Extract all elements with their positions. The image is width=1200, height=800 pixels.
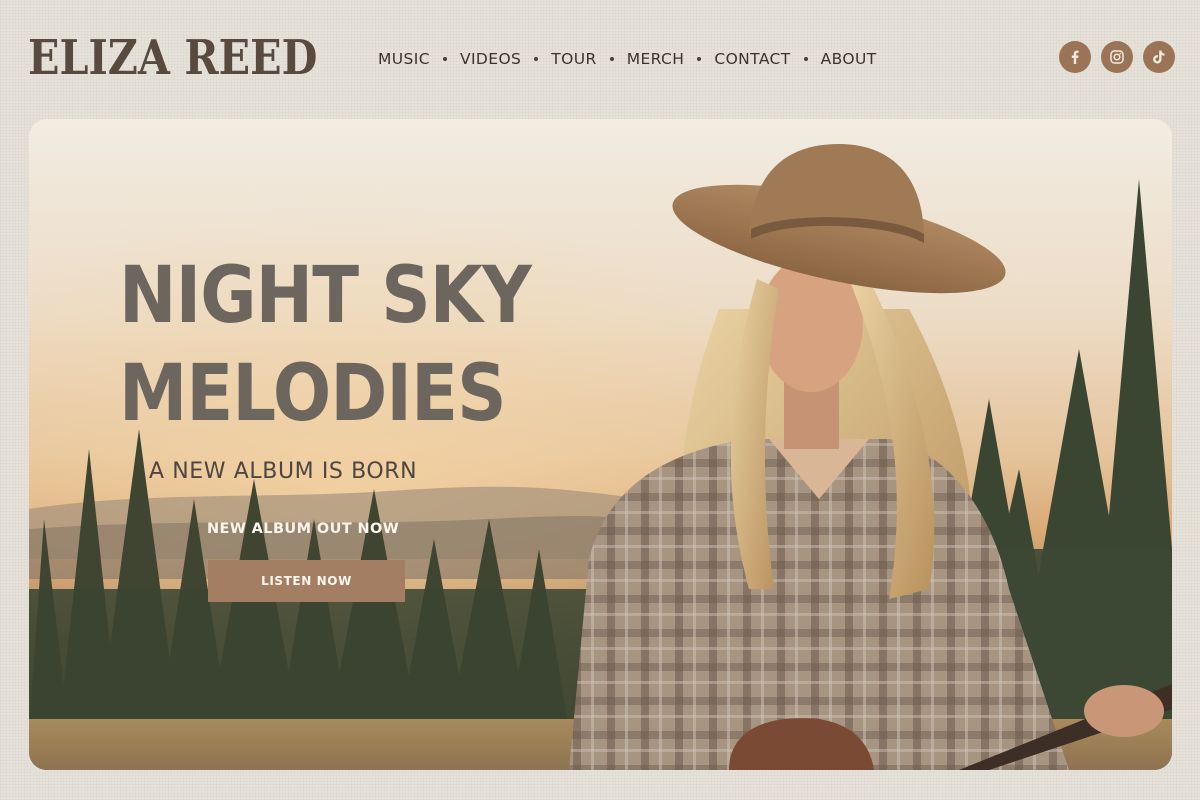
facebook-icon — [1071, 50, 1079, 64]
hero-title-line-1: NIGHT SKY — [119, 251, 532, 341]
hero-banner: NIGHT SKY MELODIES A NEW ALBUM IS BORN N… — [29, 119, 1172, 770]
listen-now-button[interactable]: LISTEN NOW — [208, 560, 405, 602]
tiktok-icon — [1153, 50, 1165, 64]
nav-item-music[interactable]: MUSIC — [378, 50, 430, 68]
nav-separator — [609, 57, 614, 61]
nav-separator — [803, 57, 808, 61]
hero-subtitle: A NEW ALBUM IS BORN — [149, 459, 418, 484]
nav-separator — [697, 57, 702, 61]
hero-title: NIGHT SKY MELODIES — [119, 247, 532, 443]
hero-background-image — [29, 119, 1172, 770]
nav-item-merch[interactable]: MERCH — [627, 50, 685, 68]
nav-item-contact[interactable]: CONTACT — [714, 50, 790, 68]
nav-separator — [442, 57, 447, 61]
brand-logo[interactable]: ELIZA REED — [28, 26, 317, 90]
nav-separator — [534, 57, 539, 61]
social-links — [1059, 41, 1175, 73]
hero-title-line-2: MELODIES — [119, 349, 507, 439]
album-release-note: NEW ALBUM OUT NOW — [207, 521, 400, 537]
instagram-icon — [1110, 50, 1124, 64]
nav-item-tour[interactable]: TOUR — [551, 50, 596, 68]
nav-item-videos[interactable]: VIDEOS — [460, 50, 521, 68]
facebook-link[interactable] — [1059, 41, 1091, 73]
nav-item-about[interactable]: ABOUT — [821, 50, 877, 68]
tiktok-link[interactable] — [1143, 41, 1175, 73]
site-header: ELIZA REED MUSIC VIDEOS TOUR MERCH CONTA… — [0, 0, 1200, 115]
instagram-link[interactable] — [1101, 41, 1133, 73]
main-nav: MUSIC VIDEOS TOUR MERCH CONTACT ABOUT — [378, 48, 877, 70]
